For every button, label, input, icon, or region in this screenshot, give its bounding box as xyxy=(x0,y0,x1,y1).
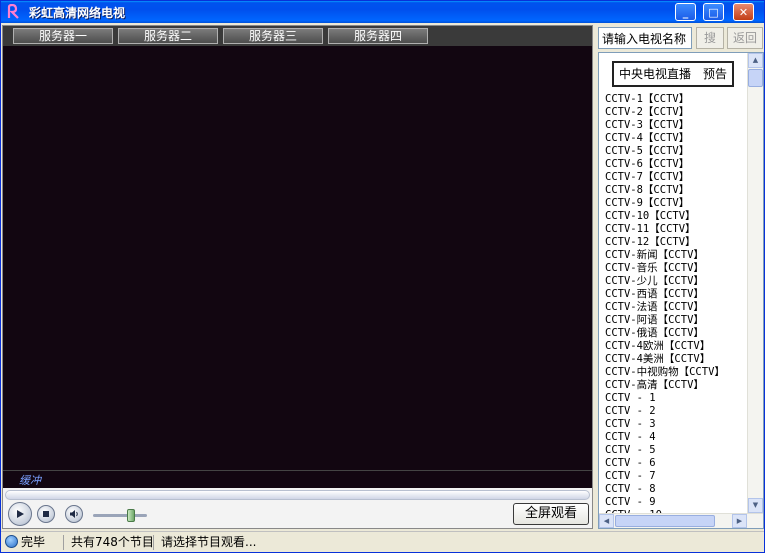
scroll-up-icon[interactable]: ▲ xyxy=(748,53,763,68)
maximize-button[interactable]: □ xyxy=(703,3,724,21)
play-icon xyxy=(17,510,24,518)
vscroll-thumb[interactable] xyxy=(748,69,763,87)
hscroll-thumb[interactable] xyxy=(615,515,715,527)
channel-list-vscrollbar[interactable]: ▲ ▼ xyxy=(747,53,763,513)
stop-button[interactable] xyxy=(37,505,55,523)
channel-item[interactable]: CCTV-7【CCTV】 xyxy=(605,171,763,184)
close-button[interactable]: ✕ xyxy=(733,3,754,21)
channel-item[interactable]: CCTV - 9 xyxy=(605,496,763,509)
globe-status-icon xyxy=(5,535,18,548)
channel-item[interactable]: CCTV - 7 xyxy=(605,470,763,483)
channel-item[interactable]: CCTV-少儿【CCTV】 xyxy=(605,275,763,288)
channel-item[interactable]: CCTV - 1 xyxy=(605,392,763,405)
volume-slider[interactable] xyxy=(93,509,147,522)
channel-item[interactable]: CCTV-2【CCTV】 xyxy=(605,106,763,119)
channel-item[interactable]: CCTV - 4 xyxy=(605,431,763,444)
channel-item[interactable]: CCTV - 8 xyxy=(605,483,763,496)
channel-item[interactable]: CCTV-1【CCTV】 xyxy=(605,93,763,106)
seek-bar[interactable] xyxy=(5,490,590,500)
channel-item[interactable]: CCTV-新闻【CCTV】 xyxy=(605,249,763,262)
player-pane: 服务器一 服务器二 服务器三 服务器四 缓冲 全屏观看 xyxy=(2,25,593,529)
server-button-4[interactable]: 服务器四 xyxy=(328,28,428,44)
minimize-icon: _ xyxy=(682,5,689,19)
video-area[interactable] xyxy=(3,46,592,470)
server-button-1[interactable]: 服务器一 xyxy=(13,28,113,44)
channel-item[interactable]: CCTV-10【CCTV】 xyxy=(605,210,763,223)
channel-item[interactable]: CCTV - 6 xyxy=(605,457,763,470)
server-bar: 服务器一 服务器二 服务器三 服务器四 xyxy=(3,26,592,46)
status-divider xyxy=(153,535,154,550)
category-tab-cctv-live[interactable]: 中央电视直播 xyxy=(619,67,691,81)
scroll-left-icon[interactable]: ◀ xyxy=(599,514,614,528)
play-button[interactable] xyxy=(8,502,32,526)
channel-item[interactable]: CCTV-阿语【CCTV】 xyxy=(605,314,763,327)
scroll-down-icon[interactable]: ▼ xyxy=(748,498,763,513)
channel-list-hscrollbar[interactable]: ◀ ▶ xyxy=(599,513,763,528)
status-bar: 完毕 共有748个节目 请选择节目观看... xyxy=(1,531,764,552)
speaker-icon xyxy=(70,510,78,518)
window-title: 彩虹高清网络电视 xyxy=(29,6,126,20)
server-button-2[interactable]: 服务器二 xyxy=(118,28,218,44)
category-tabs: 中央电视直播 预告 xyxy=(612,61,734,87)
channel-item[interactable]: CCTV-中视购物【CCTV】 xyxy=(605,366,763,379)
channel-item[interactable]: CCTV - 3 xyxy=(605,418,763,431)
stop-icon xyxy=(43,511,49,517)
channel-item[interactable]: CCTV-4欧洲【CCTV】 xyxy=(605,340,763,353)
program-count: 共有748个节目 xyxy=(71,535,154,549)
channel-list-panel: 中央电视直播 预告 CCTV-1【CCTV】 CCTV-2【CCTV】 CCTV-3【… xyxy=(598,52,764,529)
channel-item[interactable]: CCTV-3【CCTV】 xyxy=(605,119,763,132)
status-hint: 请选择节目观看... xyxy=(161,535,257,549)
category-tab-preview[interactable]: 预告 xyxy=(703,67,727,81)
close-icon: ✕ xyxy=(738,5,749,19)
channel-item[interactable]: CCTV-俄语【CCTV】 xyxy=(605,327,763,340)
channel-item[interactable]: CCTV-8【CCTV】 xyxy=(605,184,763,197)
status-state: 完毕 xyxy=(21,535,46,549)
buffer-bar: 缓冲 xyxy=(3,470,592,488)
channel-item[interactable]: CCTV-4美洲【CCTV】 xyxy=(605,353,763,366)
minimize-button[interactable]: _ xyxy=(675,3,696,21)
fullscreen-button[interactable]: 全屏观看 xyxy=(513,503,589,525)
channel-item[interactable]: CCTV-6【CCTV】 xyxy=(605,158,763,171)
channel-item[interactable]: CCTV - 2 xyxy=(605,405,763,418)
buffer-label: 缓冲 xyxy=(19,474,41,487)
status-divider xyxy=(63,535,64,550)
channel-list: CCTV-1【CCTV】 CCTV-2【CCTV】 CCTV-3【CCTV】 CCTV… xyxy=(605,93,763,522)
playback-controls: 全屏观看 xyxy=(3,502,592,528)
rainbow-logo-icon xyxy=(7,4,19,19)
search-button[interactable]: 搜 xyxy=(696,27,724,49)
app-window: 彩虹高清网络电视 _ □ ✕ 服务器一 服务器二 服务器三 服务器四 缓冲 全屏… xyxy=(0,0,765,553)
channel-item[interactable]: CCTV-12【CCTV】 xyxy=(605,236,763,249)
channel-item[interactable]: CCTV-11【CCTV】 xyxy=(605,223,763,236)
back-button[interactable]: 返回 xyxy=(727,27,763,49)
channel-item[interactable]: CCTV-法语【CCTV】 xyxy=(605,301,763,314)
title-bar[interactable]: 彩虹高清网络电视 _ □ ✕ xyxy=(1,1,764,23)
maximize-icon: □ xyxy=(708,5,719,19)
channel-item[interactable]: CCTV-5【CCTV】 xyxy=(605,145,763,158)
channel-item[interactable]: CCTV - 5 xyxy=(605,444,763,457)
scroll-right-icon[interactable]: ▶ xyxy=(732,514,747,528)
channel-item[interactable]: CCTV-9【CCTV】 xyxy=(605,197,763,210)
channel-item[interactable]: CCTV-音乐【CCTV】 xyxy=(605,262,763,275)
server-button-3[interactable]: 服务器三 xyxy=(223,28,323,44)
channel-search-input[interactable] xyxy=(598,27,692,49)
channel-sidebar: 搜 返回 中央电视直播预告 CCTV-1【CCTV】CCTV-2【CCTV】CC… xyxy=(598,25,764,529)
volume-thumb[interactable] xyxy=(126,509,135,522)
channel-item[interactable]: CCTV-西语【CCTV】 xyxy=(605,288,763,301)
channel-item[interactable]: CCTV-4【CCTV】 xyxy=(605,132,763,145)
channel-item[interactable]: CCTV-高清【CCTV】 xyxy=(605,379,763,392)
mute-button[interactable] xyxy=(65,505,83,523)
